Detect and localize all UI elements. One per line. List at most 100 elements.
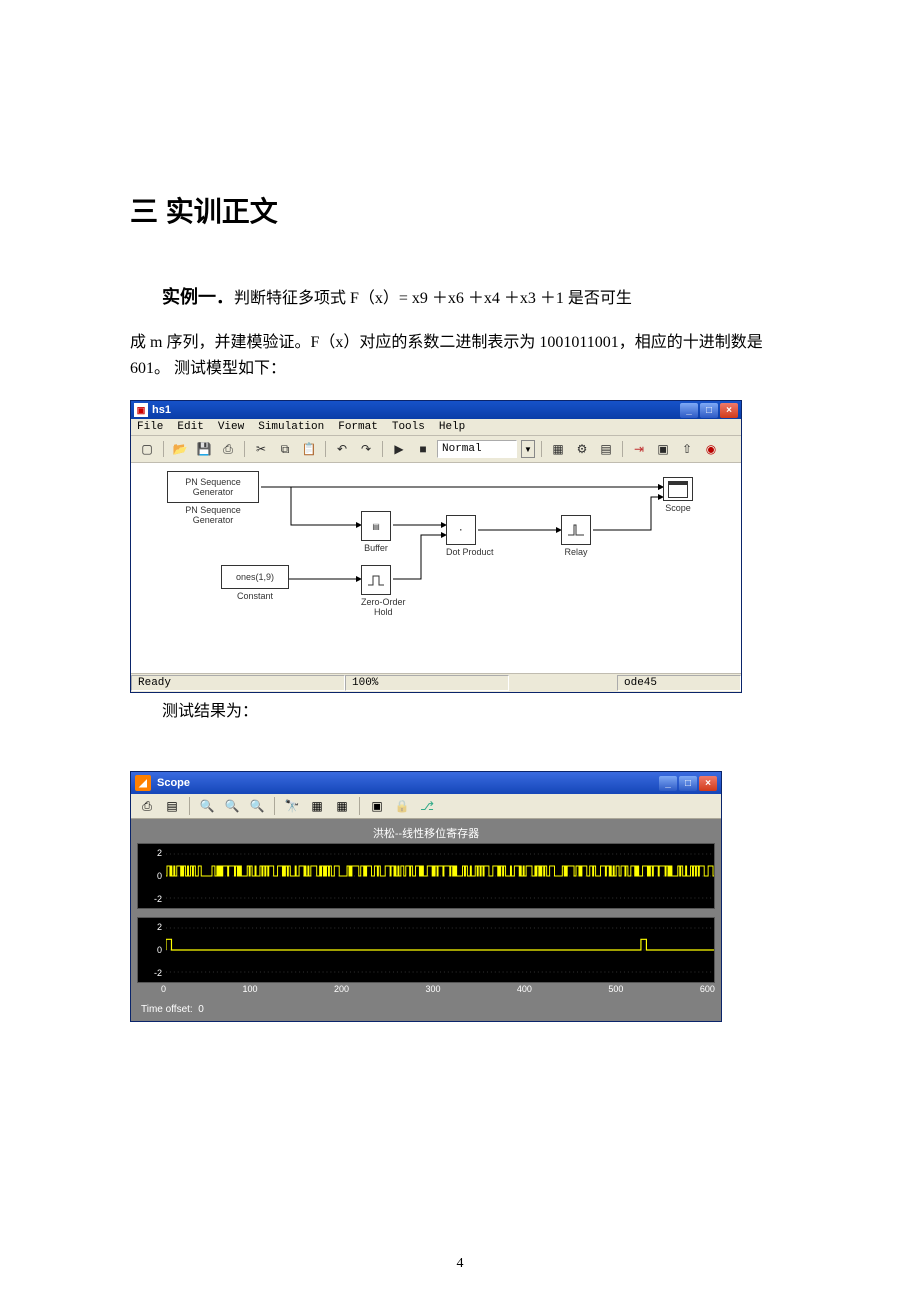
status-ready: Ready	[131, 675, 345, 691]
close-button[interactable]: ×	[720, 403, 738, 418]
params-icon[interactable]: ▤	[161, 795, 183, 817]
plot-1: 洪松--线性移位寄存器 2 0 -2	[137, 825, 715, 909]
simulink-window: ▣ hs1 _ □ × File Edit View Simulation Fo…	[130, 400, 742, 693]
lock-icon[interactable]: 🔒	[391, 795, 413, 817]
scope-maximize-button[interactable]: □	[679, 776, 697, 791]
menu-file[interactable]: File	[137, 421, 163, 433]
model-explorer-icon[interactable]: ⚙	[572, 439, 592, 459]
x-axis-labels: 0 100 200 300 400 500 600	[137, 983, 715, 994]
lib-icon[interactable]: ▦	[548, 439, 568, 459]
example-label: 实例一．	[162, 287, 234, 307]
save-axes-icon[interactable]: ▦	[306, 795, 328, 817]
plot2-svg	[166, 918, 714, 982]
x-label: 0	[161, 984, 166, 994]
scope-app-icon: ◢	[135, 775, 151, 791]
zoom-x-icon[interactable]: 🔍	[221, 795, 243, 817]
dotproduct-label: Dot Product	[446, 547, 494, 557]
plot1-title: 洪松--线性移位寄存器	[137, 825, 715, 841]
debug-icon[interactable]: ▤	[596, 439, 616, 459]
y-label: -2	[138, 968, 162, 978]
open-icon[interactable]: 📂	[170, 439, 190, 459]
new-icon[interactable]: ▢	[137, 439, 157, 459]
simulation-mode[interactable]: Normal	[437, 440, 517, 458]
copy-icon[interactable]: ⧉	[275, 439, 295, 459]
scope-title-text: Scope	[157, 777, 190, 789]
menu-view[interactable]: View	[218, 421, 244, 433]
status-solver: ode45	[617, 675, 741, 691]
menu-edit[interactable]: Edit	[177, 421, 203, 433]
scope-block[interactable]: Scope	[663, 477, 693, 513]
plot1-svg	[166, 844, 714, 908]
paste-icon[interactable]: 📋	[299, 439, 319, 459]
y-label: 2	[138, 848, 162, 858]
statusbar: Ready 100% ode45	[131, 674, 741, 692]
result-caption: 测试结果为：	[130, 697, 790, 721]
scope-label: Scope	[663, 503, 693, 513]
x-label: 500	[608, 984, 623, 994]
constant-label: Constant	[221, 591, 289, 601]
constant-block[interactable]: ones(1,9) Constant	[221, 565, 289, 601]
scope-body: 洪松--线性移位寄存器 2 0 -2	[131, 819, 721, 1021]
time-offset: Time offset: 0	[137, 1002, 715, 1019]
menu-help[interactable]: Help	[439, 421, 465, 433]
stop-icon[interactable]: ■	[413, 439, 433, 459]
section-title: 三 实训正文	[130, 190, 790, 230]
window-title: hs1	[152, 404, 680, 416]
save-icon[interactable]: 💾	[194, 439, 214, 459]
zero-order-hold-block[interactable]: Zero-Order Hold	[361, 565, 406, 617]
refresh-icon[interactable]: ▣	[653, 439, 673, 459]
cut-icon[interactable]: ✂	[251, 439, 271, 459]
zoh-label-1: Zero-Order	[361, 597, 406, 607]
relay-block[interactable]: Relay	[561, 515, 591, 557]
undo-icon[interactable]: ↶	[332, 439, 352, 459]
time-offset-value: 0	[198, 1004, 204, 1015]
zoh-label-2: Hold	[361, 607, 406, 617]
dot-product-block[interactable]: · Dot Product	[446, 515, 494, 557]
model-canvas[interactable]: PN Sequence Generator PN Sequence Genera…	[131, 463, 741, 674]
pn-line2: Generator	[193, 487, 234, 497]
scope-window: ◢ Scope _ □ × ⎙ ▤ 🔍 🔍 🔍 🔭 ▦ ▦ ▣ 🔒 ⎇	[130, 771, 722, 1022]
buffer-label: Buffer	[361, 543, 391, 553]
signal-select-icon[interactable]: ⎇	[416, 795, 438, 817]
target-icon[interactable]: ◉	[701, 439, 721, 459]
pn-sequence-generator-block[interactable]: PN Sequence Generator PN Sequence Genera…	[167, 471, 259, 525]
relay-label: Relay	[561, 547, 591, 557]
zoom-y-icon[interactable]: 🔍	[246, 795, 268, 817]
status-zoom: 100%	[345, 675, 509, 691]
print-icon[interactable]: ⎙	[218, 439, 238, 459]
dotproduct-glyph: ·	[446, 515, 476, 545]
menu-simulation[interactable]: Simulation	[258, 421, 324, 433]
menu-format[interactable]: Format	[338, 421, 378, 433]
redo-icon[interactable]: ↷	[356, 439, 376, 459]
maximize-button[interactable]: □	[700, 403, 718, 418]
floating-icon[interactable]: ▣	[366, 795, 388, 817]
y-label: 0	[138, 871, 162, 881]
menu-tools[interactable]: Tools	[392, 421, 425, 433]
scope-close-button[interactable]: ×	[699, 776, 717, 791]
time-offset-label: Time offset:	[141, 1004, 193, 1015]
restore-axes-icon[interactable]: ▦	[331, 795, 353, 817]
buffer-block[interactable]: ▤ Buffer	[361, 511, 391, 553]
titlebar[interactable]: ▣ hs1 _ □ ×	[131, 401, 741, 419]
x-label: 600	[700, 984, 715, 994]
autoscale-icon[interactable]: 🔭	[281, 795, 303, 817]
x-label: 200	[334, 984, 349, 994]
menubar: File Edit View Simulation Format Tools H…	[131, 419, 741, 436]
scope-minimize-button[interactable]: _	[659, 776, 677, 791]
play-icon[interactable]: ▶	[389, 439, 409, 459]
example-paragraph-2: 成 m 序列，并建模验证。F（x）对应的系数二进制表示为 1001011001，…	[130, 330, 790, 382]
scope-titlebar[interactable]: ◢ Scope _ □ ×	[131, 772, 721, 794]
x-label: 100	[242, 984, 257, 994]
para-text-1: 判断特征多项式 F（x）= x9 ＋x6 ＋x4 ＋x3 ＋1 是否可生	[234, 290, 632, 307]
y-label: 0	[138, 945, 162, 955]
y-label: 2	[138, 922, 162, 932]
mode-dropdown-icon[interactable]: ▼	[521, 440, 535, 458]
y-label: -2	[138, 894, 162, 904]
scope-toolbar: ⎙ ▤ 🔍 🔍 🔍 🔭 ▦ ▦ ▣ 🔒 ⎇	[131, 794, 721, 819]
build-icon[interactable]: ⇥	[629, 439, 649, 459]
print-icon[interactable]: ⎙	[136, 795, 158, 817]
constant-value: ones(1,9)	[221, 565, 289, 589]
up-icon[interactable]: ⇧	[677, 439, 697, 459]
zoom-in-icon[interactable]: 🔍	[196, 795, 218, 817]
minimize-button[interactable]: _	[680, 403, 698, 418]
